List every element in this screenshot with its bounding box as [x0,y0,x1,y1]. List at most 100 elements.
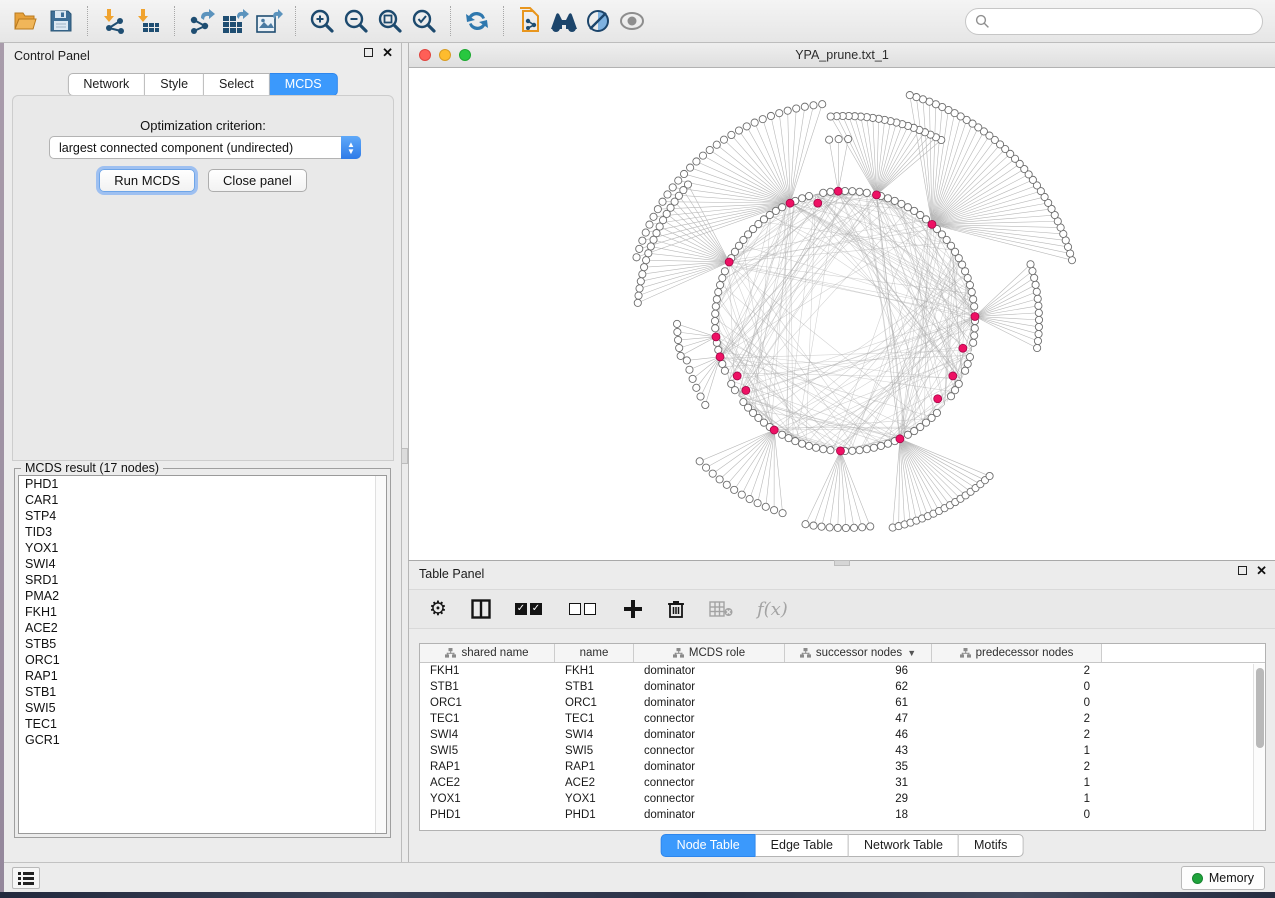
mcds-result-item[interactable]: STB5 [19,636,386,652]
float-panel-icon[interactable] [1238,566,1247,575]
control-panel-title: Control Panel [14,49,90,63]
delete-table-icon[interactable] [709,597,733,621]
mcds-result-list[interactable]: PHD1CAR1STP4TID3YOX1SWI4SRD1PMA2FKH1ACE2… [18,475,387,834]
deselect-all-rows-icon[interactable] [569,597,599,621]
search-input[interactable] [990,12,1262,32]
table-row[interactable]: ACE2ACE2connector311 [420,775,1265,791]
optimization-criterion-select[interactable]: largest connected component (undirected)… [49,136,361,159]
mcds-result-item[interactable]: CAR1 [19,492,386,508]
table-cell: FKH1 [555,665,634,677]
hide-selected-icon[interactable] [581,4,615,38]
open-file-icon[interactable] [10,4,44,38]
mcds-result-item[interactable]: TEC1 [19,716,386,732]
window-minimize-icon[interactable] [439,49,451,61]
float-panel-icon[interactable] [364,48,373,57]
desktop-wallpaper-bottom [0,892,1275,898]
mcds-result-item[interactable]: TID3 [19,524,386,540]
import-network-icon[interactable] [97,4,131,38]
run-mcds-button[interactable]: Run MCDS [99,169,195,192]
column-header-name[interactable]: name [555,644,634,662]
table-row[interactable]: YOX1YOX1connector291 [420,791,1265,807]
memory-button[interactable]: Memory [1181,866,1265,890]
zoom-out-icon[interactable] [339,4,373,38]
new-network-from-selection-icon[interactable] [513,4,547,38]
global-search[interactable] [965,8,1263,35]
delete-columns-icon[interactable] [667,597,685,621]
tab-motifs[interactable]: Motifs [959,834,1023,857]
refresh-icon[interactable] [460,4,494,38]
show-all-icon[interactable] [615,4,649,38]
zoom-fit-icon[interactable] [373,4,407,38]
close-panel-icon[interactable]: ✕ [382,48,393,57]
tab-node-table[interactable]: Node Table [661,834,756,857]
column-header-shared-name[interactable]: shared name [420,644,555,662]
table-settings-icon[interactable]: ⚙ [429,597,447,621]
mcds-result-item[interactable]: ACE2 [19,620,386,636]
table-row[interactable]: FKH1FKH1dominator962 [420,663,1265,679]
mcds-result-item[interactable]: ORC1 [19,652,386,668]
table-row[interactable]: PHD1PHD1dominator180 [420,807,1265,823]
tab-style[interactable]: Style [145,73,204,96]
apply-function-icon[interactable]: f(x) [757,597,788,621]
table-row[interactable]: SWI4SWI4dominator462 [420,727,1265,743]
column-header-successor-nodes[interactable]: successor nodes▼ [785,644,932,662]
mcds-result-item[interactable]: SWI5 [19,700,386,716]
select-all-rows-icon[interactable]: ✓✓ [515,597,545,621]
table-cell: 2 [932,713,1102,725]
mcds-result-item[interactable]: SRD1 [19,572,386,588]
table-cell: 35 [785,761,932,773]
table-row[interactable]: RAP1RAP1dominator352 [420,759,1265,775]
table-row[interactable]: ORC1ORC1dominator610 [420,695,1265,711]
table-row[interactable]: SWI5SWI5connector431 [420,743,1265,759]
mcds-result-item[interactable]: STP4 [19,508,386,524]
window-zoom-icon[interactable] [459,49,471,61]
save-session-icon[interactable] [44,4,78,38]
add-column-icon[interactable] [623,597,643,621]
mcds-list-scrollbar[interactable] [375,476,386,833]
close-panel-icon[interactable]: ✕ [1256,566,1267,575]
task-history-button[interactable] [12,867,40,889]
node-table[interactable]: shared namenameMCDS rolesuccessor nodes▼… [419,643,1266,831]
find-network-icon[interactable] [547,4,581,38]
table-cell: 0 [932,809,1102,821]
tab-network-table[interactable]: Network Table [849,834,959,857]
mcds-result-item[interactable]: STB1 [19,684,386,700]
table-scrollbar-thumb[interactable] [1256,668,1264,748]
mcds-panel: Optimization criterion: largest connecte… [12,95,394,461]
table-cell: 1 [932,745,1102,757]
zoom-in-icon[interactable] [305,4,339,38]
export-table-icon[interactable] [218,4,252,38]
mcds-result-item[interactable]: FKH1 [19,604,386,620]
table-toolbar: ⚙ ✓✓ f(x) [409,589,1275,629]
tab-network[interactable]: Network [67,73,145,96]
import-table-icon[interactable] [131,4,165,38]
column-header-predecessor-nodes[interactable]: predecessor nodes [932,644,1102,662]
table-scrollbar[interactable] [1253,664,1265,830]
vertical-splitter-handle[interactable] [401,448,408,464]
show-columns-icon[interactable] [471,597,491,621]
mcds-result-item[interactable]: GCR1 [19,732,386,748]
export-image-icon[interactable] [252,4,286,38]
table-row[interactable]: TEC1TEC1connector472 [420,711,1265,727]
table-cell: 43 [785,745,932,757]
network-window-titlebar[interactable]: YPA_prune.txt_1 [409,43,1275,68]
table-cell: SWI5 [420,745,555,757]
zoom-selected-icon[interactable] [407,4,441,38]
mcds-result-item[interactable]: SWI4 [19,556,386,572]
mcds-result-item[interactable]: PMA2 [19,588,386,604]
table-row[interactable]: STB1STB1dominator620 [420,679,1265,695]
table-cell: ACE2 [420,777,555,789]
mcds-result-item[interactable]: PHD1 [19,476,386,492]
table-cell: 61 [785,697,932,709]
tab-select[interactable]: Select [204,73,270,96]
table-cell: 0 [932,681,1102,693]
mcds-result-item[interactable]: RAP1 [19,668,386,684]
mcds-result-item[interactable]: YOX1 [19,540,386,556]
network-canvas[interactable] [409,68,1275,560]
tab-edge-table[interactable]: Edge Table [756,834,849,857]
column-header-MCDS-role[interactable]: MCDS role [634,644,785,662]
export-network-icon[interactable] [184,4,218,38]
window-close-icon[interactable] [419,49,431,61]
close-panel-button[interactable]: Close panel [208,169,307,192]
tab-mcds[interactable]: MCDS [270,73,338,96]
